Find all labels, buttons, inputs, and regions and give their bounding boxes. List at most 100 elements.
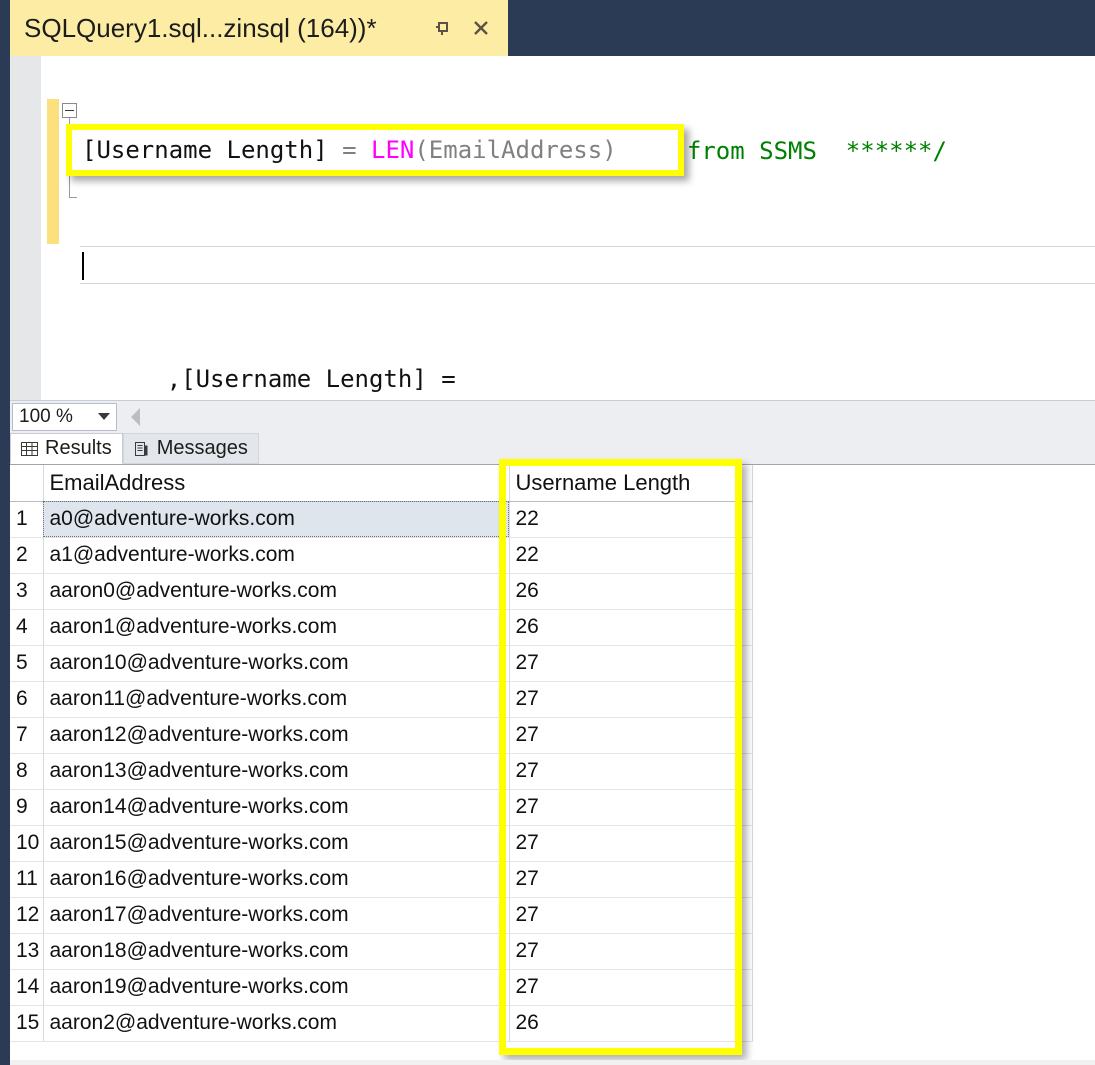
cell-emailaddress[interactable]: a1@adventure-works.com (43, 537, 510, 574)
cell-username-length[interactable]: 27 (509, 969, 753, 1006)
table-row[interactable]: 13 aaron18@adventure-works.com 27 (10, 933, 753, 970)
outline-guide-foot (69, 197, 77, 198)
row-number-cell[interactable]: 1 (10, 501, 44, 538)
table-row[interactable]: 12 aaron17@adventure-works.com 27 (10, 897, 753, 934)
table-row[interactable]: 4 aaron1@adventure-works.com 26 (10, 609, 753, 646)
table-row[interactable]: 7 aaron12@adventure-works.com 27 (10, 717, 753, 754)
ssms-query-window: SQLQuery1.sql...zinsql (164))* from SSMS… (0, 0, 1095, 1065)
tab-results-label: Results (45, 437, 112, 459)
splitter-arrow-icon[interactable] (131, 407, 140, 426)
cell-emailaddress[interactable]: aaron15@adventure-works.com (43, 825, 510, 862)
row-number-cell[interactable]: 10 (10, 825, 44, 862)
cell-username-length[interactable]: 26 (509, 1005, 753, 1042)
chevron-down-icon[interactable] (98, 413, 110, 420)
current-line-highlight[interactable] (80, 246, 1095, 284)
cell-username-length[interactable]: 27 (509, 717, 753, 754)
window-left-rail (0, 0, 10, 1065)
cell-username-length[interactable]: 27 (509, 789, 753, 826)
document-tab-strip: SQLQuery1.sql...zinsql (164))* (0, 0, 1095, 56)
column-header-username-length[interactable]: Username Length (509, 465, 753, 502)
row-number-cell[interactable]: 2 (10, 537, 44, 574)
message-document-icon (134, 441, 150, 457)
zoom-level-value: 100 % (19, 405, 73, 427)
callout-len-arguments: (EmailAddress) (414, 136, 617, 164)
row-number-cell[interactable]: 11 (10, 861, 44, 898)
cell-emailaddress[interactable]: aaron0@adventure-works.com (43, 573, 510, 610)
cell-emailaddress[interactable]: aaron16@adventure-works.com (43, 861, 510, 898)
tab-results[interactable]: Results (10, 433, 123, 464)
sql-code-text[interactable]: /****** Script for SelectTopNRows comman… (80, 56, 1095, 400)
column-header-emailaddress[interactable]: EmailAddress (43, 465, 510, 502)
row-number-cell[interactable]: 8 (10, 753, 44, 790)
cell-emailaddress[interactable]: aaron17@adventure-works.com (43, 897, 510, 934)
unsaved-change-bar (47, 99, 59, 244)
row-number-cell[interactable]: 15 (10, 1005, 44, 1042)
editor-gutter (10, 56, 41, 400)
pin-icon[interactable] (426, 13, 456, 43)
document-tab-title: SQLQuery1.sql...zinsql (164))* (24, 12, 377, 43)
cell-emailaddress[interactable]: aaron11@adventure-works.com (43, 681, 510, 718)
column-header-rownum[interactable] (10, 465, 44, 502)
callout-equals: = (342, 136, 371, 164)
row-number-cell[interactable]: 6 (10, 681, 44, 718)
cell-username-length[interactable]: 27 (509, 861, 753, 898)
text-caret (82, 252, 84, 280)
code-line-3: ,[Username Length] = (80, 360, 1095, 398)
grid-bottom-edge (10, 1060, 1095, 1065)
table-row[interactable]: 8 aaron13@adventure-works.com 27 (10, 753, 753, 790)
row-number-cell[interactable]: 3 (10, 573, 44, 610)
annotation-callout-alias: [Username Length] = LEN (EmailAddress) (66, 124, 684, 176)
sql-editor-pane[interactable]: /****** Script for SelectTopNRows comman… (10, 56, 1095, 400)
cell-emailaddress[interactable]: aaron1@adventure-works.com (43, 609, 510, 646)
row-number-cell[interactable]: 4 (10, 609, 44, 646)
table-row[interactable]: 14 aaron19@adventure-works.com 27 (10, 969, 753, 1006)
table-row[interactable]: 11 aaron16@adventure-works.com 27 (10, 861, 753, 898)
cell-username-length[interactable]: 27 (509, 933, 753, 970)
results-grid[interactable]: EmailAddress Username Length 1 a0@adventu… (10, 464, 1095, 1065)
row-number-cell[interactable]: 13 (10, 933, 44, 970)
table-row[interactable]: 10 aaron15@adventure-works.com 27 (10, 825, 753, 862)
row-number-cell[interactable]: 9 (10, 789, 44, 826)
table-header-row: EmailAddress Username Length (10, 465, 753, 502)
code-alias-expression: ,[Username Length] = (80, 365, 471, 393)
cell-username-length[interactable]: 26 (509, 573, 753, 610)
table-row[interactable]: 6 aaron11@adventure-works.com 27 (10, 681, 753, 718)
document-tab-sqlquery1[interactable]: SQLQuery1.sql...zinsql (164))* (10, 0, 508, 56)
cell-username-length[interactable]: 22 (509, 501, 753, 538)
cell-emailaddress[interactable]: aaron2@adventure-works.com (43, 1005, 510, 1042)
table-row[interactable]: 2 a1@adventure-works.com 22 (10, 537, 753, 574)
cell-username-length[interactable]: 27 (509, 897, 753, 934)
cell-emailaddress[interactable]: aaron12@adventure-works.com (43, 717, 510, 754)
grid-icon (21, 441, 38, 457)
cell-emailaddress[interactable]: aaron19@adventure-works.com (43, 969, 510, 1006)
cell-emailaddress[interactable]: a0@adventure-works.com (43, 501, 510, 538)
cell-username-length[interactable]: 27 (509, 681, 753, 718)
close-icon[interactable] (466, 13, 496, 43)
cell-username-length[interactable]: 26 (509, 609, 753, 646)
cell-username-length[interactable]: 27 (509, 825, 753, 862)
cell-emailaddress[interactable]: aaron10@adventure-works.com (43, 645, 510, 682)
row-number-cell[interactable]: 12 (10, 897, 44, 934)
table-row[interactable]: 5 aaron10@adventure-works.com 27 (10, 645, 753, 682)
table-row[interactable]: 3 aaron0@adventure-works.com 26 (10, 573, 753, 610)
editor-zoom-bar: 100 % (10, 400, 1095, 432)
row-number-cell[interactable]: 14 (10, 969, 44, 1006)
cell-username-length[interactable]: 27 (509, 753, 753, 790)
zoom-level-dropdown[interactable]: 100 % (12, 402, 117, 431)
table-row[interactable]: 9 aaron14@adventure-works.com 27 (10, 789, 753, 826)
cell-username-length[interactable]: 22 (509, 537, 753, 574)
cell-username-length[interactable]: 27 (509, 645, 753, 682)
results-table: EmailAddress Username Length 1 a0@adventu… (10, 465, 753, 1042)
table-row[interactable]: 1 a0@adventure-works.com 22 (10, 501, 753, 538)
tab-messages[interactable]: Messages (122, 433, 259, 464)
results-tab-strip: Results Messages (10, 432, 1095, 464)
row-number-cell[interactable]: 5 (10, 645, 44, 682)
callout-alias-name: [Username Length] (82, 136, 343, 164)
table-row[interactable]: 15 aaron2@adventure-works.com 26 (10, 1005, 753, 1042)
row-number-cell[interactable]: 7 (10, 717, 44, 754)
cell-emailaddress[interactable]: aaron13@adventure-works.com (43, 753, 510, 790)
cell-emailaddress[interactable]: aaron18@adventure-works.com (43, 933, 510, 970)
results-table-body: 1 a0@adventure-works.com 22 2 a1@adventure-w… (10, 501, 753, 1042)
collapse-minus-icon[interactable] (62, 103, 77, 118)
cell-emailaddress[interactable]: aaron14@adventure-works.com (43, 789, 510, 826)
